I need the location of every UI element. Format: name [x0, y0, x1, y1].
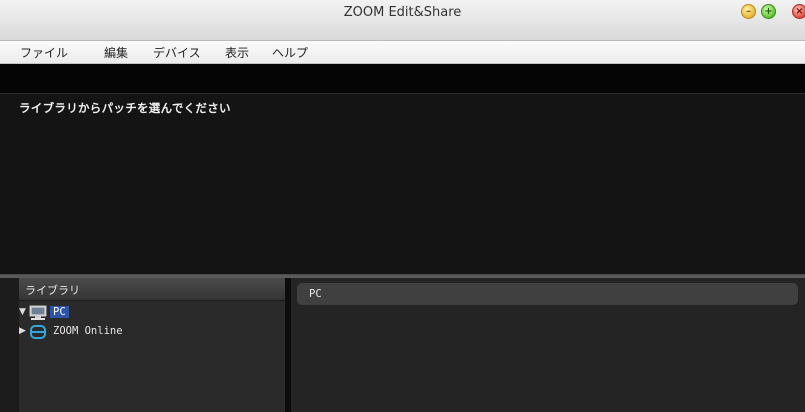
tree-item-zoom-online[interactable]: ▶ ZOOM Online [19, 324, 285, 342]
library-header: ライブラリ [19, 278, 285, 301]
expand-arrow-icon[interactable]: ▼ [19, 307, 26, 317]
tree-item-pc[interactable]: ▼ PC [19, 305, 285, 323]
toolbar [0, 64, 805, 94]
close-button[interactable]: × [792, 4, 805, 19]
menu-help[interactable]: ヘルプ [272, 44, 308, 61]
menu-edit[interactable]: 編集 [104, 44, 128, 61]
location-header: PC [297, 283, 798, 305]
computer-icon [29, 305, 47, 321]
menu-device[interactable]: デバイス [153, 44, 201, 61]
window-titlebar: ZOOM Edit&Share – + × [0, 0, 805, 41]
expand-arrow-icon[interactable]: ▶ [19, 326, 26, 336]
menu-view[interactable]: 表示 [225, 44, 249, 61]
tree-item-label: ZOOM Online [53, 325, 123, 337]
patch-list-panel: PC [291, 278, 805, 412]
tree-item-label: PC [50, 306, 69, 318]
minimize-button[interactable]: – [741, 4, 756, 19]
location-header-label: PC [309, 288, 322, 300]
library-header-label: ライブラリ [25, 284, 80, 297]
window-title: ZOOM Edit&Share [343, 5, 462, 20]
menu-file[interactable]: ファイル [20, 44, 68, 61]
maximize-button[interactable]: + [761, 4, 776, 19]
select-patch-message: ライブラリからパッチを選んでください [19, 101, 231, 115]
patch-area: ライブラリからパッチを選んでください [0, 94, 805, 275]
menu-bar: ファイル 編集 デバイス 表示 ヘルプ [0, 41, 805, 64]
library-panel: ライブラリ ▼ PC ▶ ZOOM Online [19, 278, 285, 412]
cloud-drive-icon [29, 324, 47, 340]
